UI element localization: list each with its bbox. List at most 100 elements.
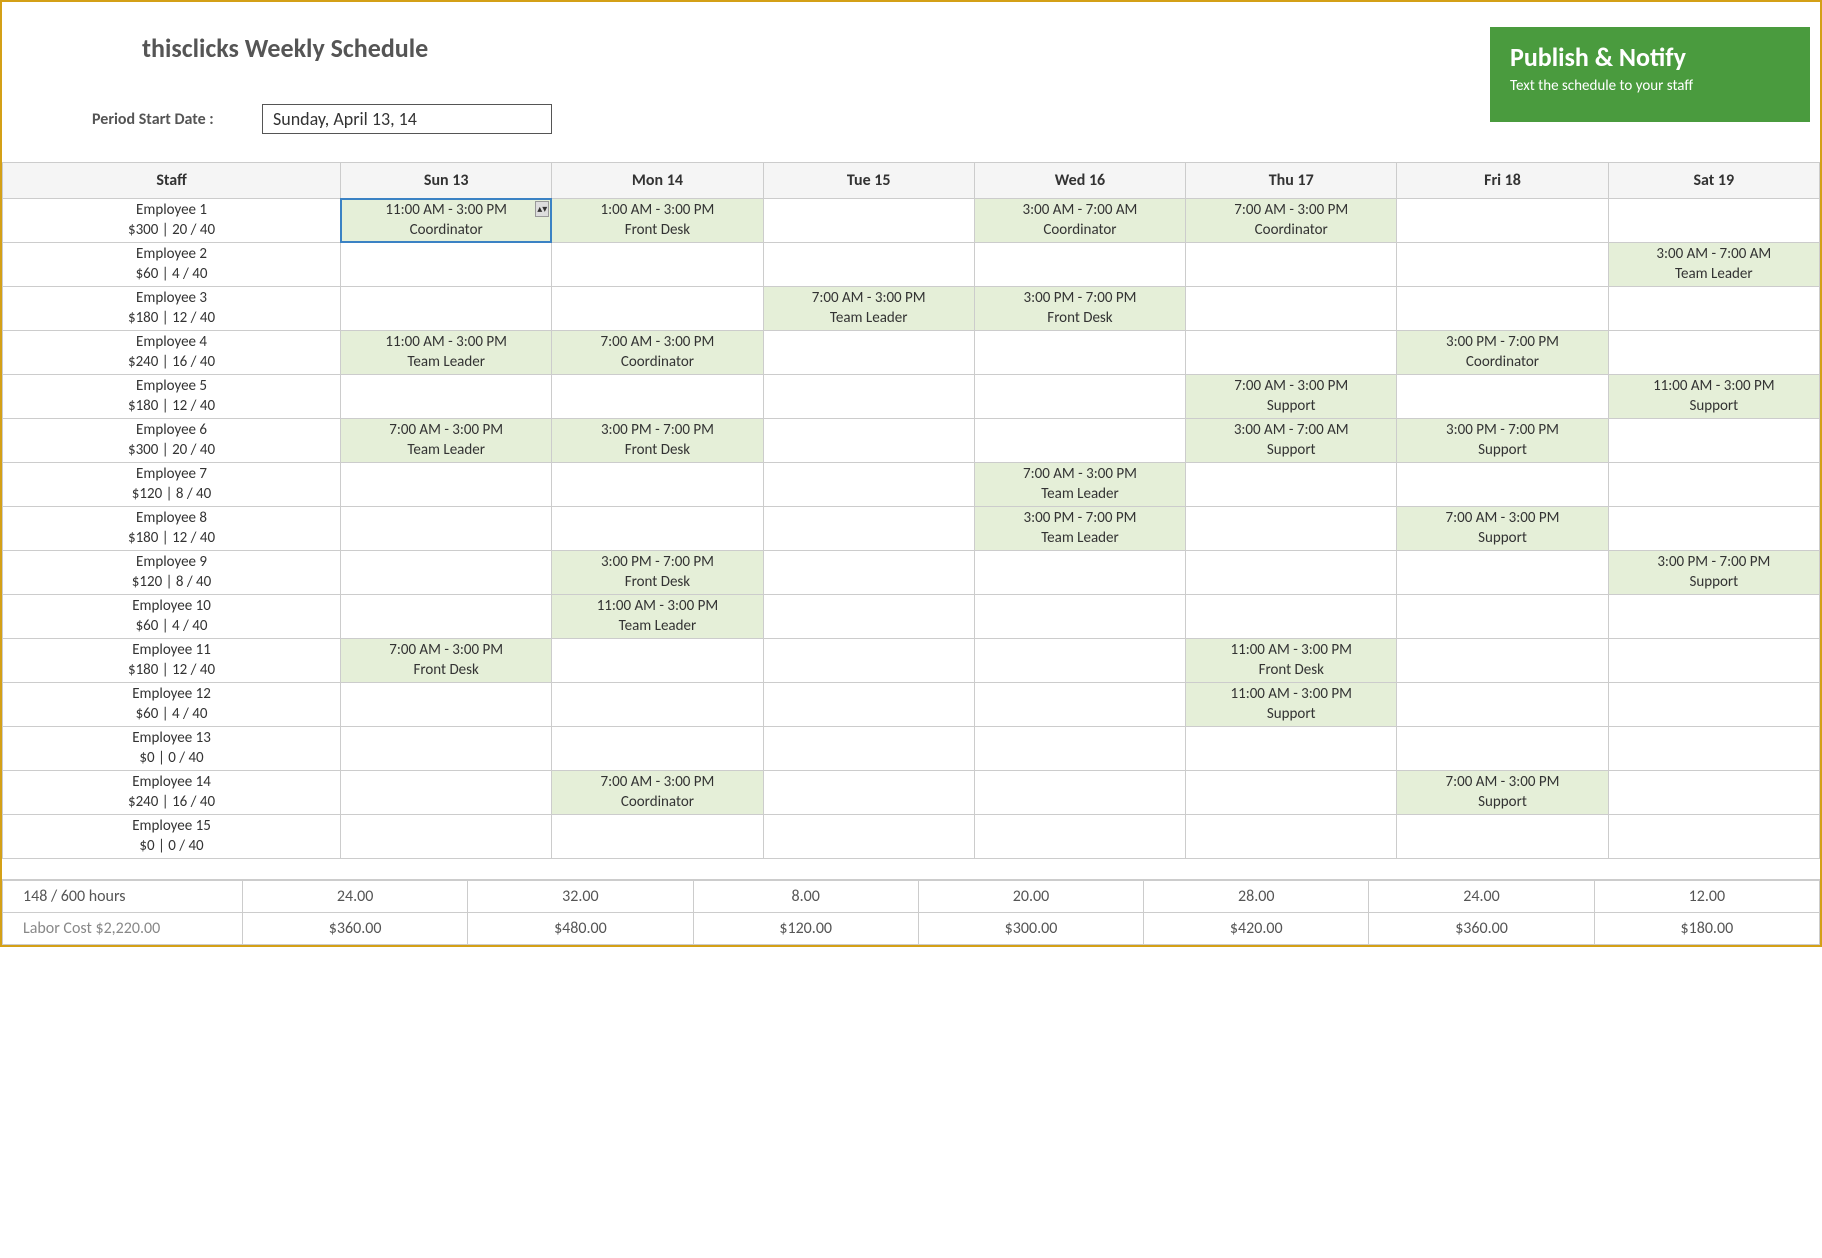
shift-cell[interactable]: [552, 507, 763, 551]
shift-cell[interactable]: 11:00 AM - 3:00 PMCoordinator▴▾: [341, 199, 552, 243]
shift-cell[interactable]: [974, 771, 1185, 815]
shift-cell[interactable]: [763, 771, 974, 815]
shift-cell[interactable]: 3:00 PM - 7:00 PMSupport: [1397, 419, 1608, 463]
shift-cell[interactable]: [974, 595, 1185, 639]
shift-cell[interactable]: [341, 815, 552, 859]
shift-cell[interactable]: 1:00 AM - 3:00 PMFront Desk: [552, 199, 763, 243]
shift-cell[interactable]: [1397, 287, 1608, 331]
shift-cell[interactable]: [974, 815, 1185, 859]
shift-cell[interactable]: [552, 639, 763, 683]
shift-cell[interactable]: [974, 375, 1185, 419]
shift-cell[interactable]: 7:00 AM - 3:00 PMTeam Leader: [763, 287, 974, 331]
staff-cell[interactable]: Employee 13$0 | 0 / 40: [3, 727, 341, 771]
shift-cell[interactable]: [1186, 727, 1397, 771]
shift-cell[interactable]: [552, 683, 763, 727]
shift-cell[interactable]: 7:00 AM - 3:00 PMCoordinator: [552, 331, 763, 375]
shift-cell[interactable]: [341, 375, 552, 419]
shift-cell[interactable]: [1186, 463, 1397, 507]
shift-cell[interactable]: 11:00 AM - 3:00 PMTeam Leader: [341, 331, 552, 375]
staff-cell[interactable]: Employee 4$240 | 16 / 40: [3, 331, 341, 375]
shift-cell[interactable]: [1186, 287, 1397, 331]
shift-cell[interactable]: [763, 727, 974, 771]
shift-cell[interactable]: [341, 243, 552, 287]
shift-cell[interactable]: [974, 331, 1185, 375]
shift-cell[interactable]: [1397, 639, 1608, 683]
shift-cell[interactable]: [763, 463, 974, 507]
shift-cell[interactable]: [552, 815, 763, 859]
shift-cell[interactable]: [341, 551, 552, 595]
staff-cell[interactable]: Employee 7$120 | 8 / 40: [3, 463, 341, 507]
shift-cell[interactable]: [763, 639, 974, 683]
publish-notify-button[interactable]: Publish & Notify Text the schedule to yo…: [1490, 27, 1810, 122]
shift-cell[interactable]: [1397, 815, 1608, 859]
shift-cell[interactable]: 3:00 PM - 7:00 PMSupport: [1608, 551, 1819, 595]
shift-cell[interactable]: [1608, 199, 1819, 243]
shift-cell[interactable]: [1397, 199, 1608, 243]
shift-cell[interactable]: [1608, 463, 1819, 507]
shift-cell[interactable]: [763, 243, 974, 287]
stepper-icon[interactable]: ▴▾: [535, 201, 549, 217]
shift-cell[interactable]: 3:00 PM - 7:00 PMFront Desk: [552, 551, 763, 595]
period-start-date-input[interactable]: Sunday, April 13, 14: [262, 104, 552, 134]
shift-cell[interactable]: [763, 375, 974, 419]
shift-cell[interactable]: [1397, 683, 1608, 727]
staff-cell[interactable]: Employee 3$180 | 12 / 40: [3, 287, 341, 331]
shift-cell[interactable]: 11:00 AM - 3:00 PMTeam Leader: [552, 595, 763, 639]
shift-cell[interactable]: [763, 551, 974, 595]
shift-cell[interactable]: [974, 551, 1185, 595]
shift-cell[interactable]: [1397, 243, 1608, 287]
shift-cell[interactable]: [1608, 771, 1819, 815]
shift-cell[interactable]: [1186, 595, 1397, 639]
shift-cell[interactable]: 7:00 AM - 3:00 PMTeam Leader: [341, 419, 552, 463]
shift-cell[interactable]: [1397, 727, 1608, 771]
shift-cell[interactable]: 7:00 AM - 3:00 PMFront Desk: [341, 639, 552, 683]
staff-cell[interactable]: Employee 15$0 | 0 / 40: [3, 815, 341, 859]
shift-cell[interactable]: [341, 463, 552, 507]
shift-cell[interactable]: 7:00 AM - 3:00 PMCoordinator: [1186, 199, 1397, 243]
shift-cell[interactable]: 7:00 AM - 3:00 PMSupport: [1186, 375, 1397, 419]
staff-cell[interactable]: Employee 10$60 | 4 / 40: [3, 595, 341, 639]
shift-cell[interactable]: [1186, 243, 1397, 287]
shift-cell[interactable]: [552, 287, 763, 331]
shift-cell[interactable]: [552, 243, 763, 287]
shift-cell[interactable]: 3:00 PM - 7:00 PMFront Desk: [552, 419, 763, 463]
shift-cell[interactable]: [1608, 815, 1819, 859]
shift-cell[interactable]: [763, 683, 974, 727]
shift-cell[interactable]: [974, 243, 1185, 287]
staff-cell[interactable]: Employee 6$300 | 20 / 40: [3, 419, 341, 463]
shift-cell[interactable]: [1186, 815, 1397, 859]
staff-cell[interactable]: Employee 1$300 | 20 / 40: [3, 199, 341, 243]
shift-cell[interactable]: 7:00 AM - 3:00 PMCoordinator: [552, 771, 763, 815]
shift-cell[interactable]: [1397, 551, 1608, 595]
staff-cell[interactable]: Employee 8$180 | 12 / 40: [3, 507, 341, 551]
shift-cell[interactable]: [1186, 507, 1397, 551]
shift-cell[interactable]: 7:00 AM - 3:00 PMTeam Leader: [974, 463, 1185, 507]
shift-cell[interactable]: [974, 727, 1185, 771]
shift-cell[interactable]: [1397, 463, 1608, 507]
shift-cell[interactable]: [341, 595, 552, 639]
shift-cell[interactable]: 11:00 AM - 3:00 PMSupport: [1186, 683, 1397, 727]
shift-cell[interactable]: [1608, 331, 1819, 375]
shift-cell[interactable]: [1608, 419, 1819, 463]
shift-cell[interactable]: [1608, 507, 1819, 551]
shift-cell[interactable]: [974, 639, 1185, 683]
shift-cell[interactable]: 3:00 PM - 7:00 PMCoordinator: [1397, 331, 1608, 375]
shift-cell[interactable]: [1186, 551, 1397, 595]
staff-cell[interactable]: Employee 14$240 | 16 / 40: [3, 771, 341, 815]
shift-cell[interactable]: 3:00 AM - 7:00 AMCoordinator: [974, 199, 1185, 243]
shift-cell[interactable]: [1608, 683, 1819, 727]
shift-cell[interactable]: [1608, 287, 1819, 331]
shift-cell[interactable]: [341, 727, 552, 771]
shift-cell[interactable]: [974, 683, 1185, 727]
shift-cell[interactable]: 7:00 AM - 3:00 PMSupport: [1397, 771, 1608, 815]
shift-cell[interactable]: [763, 595, 974, 639]
shift-cell[interactable]: [1397, 375, 1608, 419]
shift-cell[interactable]: 3:00 PM - 7:00 PMFront Desk: [974, 287, 1185, 331]
shift-cell[interactable]: [552, 375, 763, 419]
shift-cell[interactable]: 3:00 AM - 7:00 AMSupport: [1186, 419, 1397, 463]
shift-cell[interactable]: [1186, 771, 1397, 815]
staff-cell[interactable]: Employee 5$180 | 12 / 40: [3, 375, 341, 419]
shift-cell[interactable]: 11:00 AM - 3:00 PMFront Desk: [1186, 639, 1397, 683]
shift-cell[interactable]: [552, 463, 763, 507]
shift-cell[interactable]: [763, 419, 974, 463]
